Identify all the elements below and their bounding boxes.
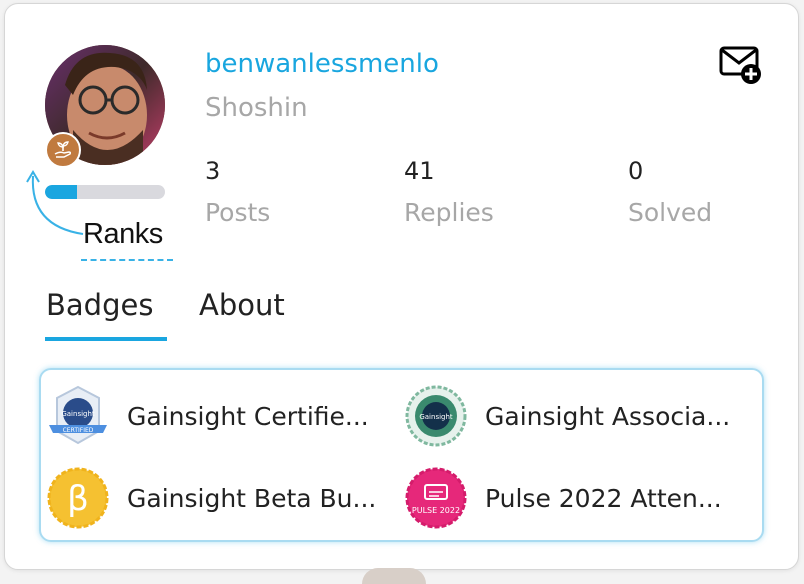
new-message-icon[interactable] xyxy=(719,44,763,88)
stat-value: 3 xyxy=(205,157,221,185)
badge-title: Pulse 2022 Atten... xyxy=(485,483,722,513)
pulse-2022-icon: PULSE 2022 xyxy=(405,467,467,529)
badge-item[interactable]: PULSE 2022 Pulse 2022 Atten... xyxy=(405,466,747,530)
svg-text:CERTIFIED: CERTIFIED xyxy=(63,427,94,434)
beta-badge-icon: β xyxy=(47,467,109,529)
stat-posts: 3 Posts xyxy=(205,156,270,228)
gainsight-associate-admin-icon: Gainsight xyxy=(405,385,467,447)
badge-item[interactable]: Gainsight Gainsight Associa... xyxy=(405,384,747,448)
svg-text:PULSE 2022: PULSE 2022 xyxy=(412,506,460,515)
gainsight-certified-admin-icon: Gainsight CERTIFIED xyxy=(49,385,107,445)
stat-label: Replies xyxy=(404,198,494,227)
partial-avatar-below xyxy=(362,568,426,584)
rank-name: Shoshin xyxy=(205,93,308,123)
sprout-hand-icon xyxy=(54,141,72,158)
ranks-underline xyxy=(81,255,173,261)
ranks-annotation-label: Ranks xyxy=(83,218,163,250)
rank-icon[interactable] xyxy=(45,132,81,168)
badge-item[interactable]: β Gainsight Beta Bu... xyxy=(47,466,389,530)
username-link[interactable]: benwanlessmenlo xyxy=(205,49,439,79)
stat-value: 0 xyxy=(628,157,644,185)
svg-text:Gainsight: Gainsight xyxy=(419,413,453,421)
stat-replies: 41 Replies xyxy=(404,156,494,228)
tab-badges[interactable]: Badges xyxy=(46,288,153,322)
stat-solved: 0 Solved xyxy=(628,156,712,228)
stat-label: Posts xyxy=(205,198,271,227)
badge-title: Gainsight Certifie... xyxy=(127,401,369,431)
profile-card: Ranks benwanlessmenlo Shoshin 3 Posts 41… xyxy=(4,3,799,570)
tab-about[interactable]: About xyxy=(199,288,285,322)
badge-title: Gainsight Associa... xyxy=(485,401,731,431)
badge-item[interactable]: Gainsight CERTIFIED Gainsight Certifie..… xyxy=(47,384,389,448)
svg-text:β: β xyxy=(67,479,89,519)
badge-title: Gainsight Beta Bu... xyxy=(127,483,377,513)
svg-text:Gainsight: Gainsight xyxy=(61,410,95,418)
stat-label: Solved xyxy=(628,198,713,227)
active-tab-indicator xyxy=(45,337,167,341)
stat-value: 41 xyxy=(404,157,435,185)
badges-panel: Gainsight CERTIFIED Gainsight Certifie..… xyxy=(39,368,764,542)
